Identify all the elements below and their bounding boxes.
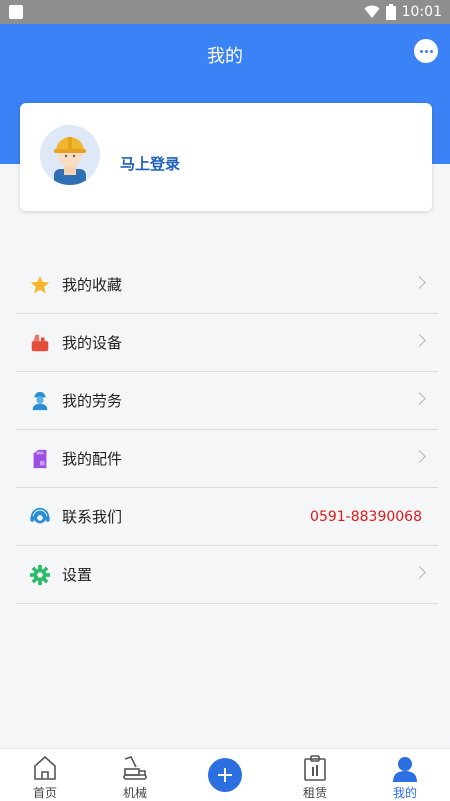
gear-icon [28, 563, 52, 587]
profile-card[interactable]: 马上登录 [20, 103, 432, 211]
star-icon [28, 273, 52, 297]
status-right: 10:01 [364, 2, 442, 22]
login-link[interactable]: 马上登录 [120, 153, 180, 174]
worker-icon [28, 389, 52, 413]
tab-machinery-label: 机械 [122, 786, 147, 800]
equipment-icon [28, 331, 52, 355]
tab-home-label: 首页 [32, 786, 57, 800]
tab-rental-label: 租赁 [302, 786, 327, 800]
chevron-right-icon [413, 392, 426, 405]
status-time: 10:01 [401, 4, 442, 20]
chevron-right-icon [413, 276, 426, 289]
menu-item-contact[interactable]: 联系我们 0591-88390068 [16, 488, 438, 546]
menu-label-equipment: 我的设备 [62, 334, 123, 352]
tab-rental[interactable]: 租赁 [270, 749, 360, 801]
add-button[interactable] [208, 758, 242, 792]
menu-item-parts[interactable]: 我的配件 [16, 430, 438, 488]
clipboard-icon [303, 755, 327, 785]
worker-avatar-icon [54, 137, 86, 185]
parts-icon [28, 447, 52, 471]
bottom-tab-bar: 首页 机械 租赁 我的 [0, 748, 450, 801]
menu-label-contact: 联系我们 [62, 508, 123, 526]
wifi-icon [364, 5, 380, 18]
chevron-right-icon [413, 334, 426, 347]
tab-mine-label: 我的 [392, 786, 417, 800]
chat-button[interactable] [414, 39, 438, 63]
menu-label-favorites: 我的收藏 [62, 276, 123, 294]
tab-home[interactable]: 首页 [0, 749, 90, 801]
status-bar: 10:01 [0, 0, 450, 24]
menu-item-settings[interactable]: 设置 [16, 546, 438, 604]
headset-icon [28, 505, 52, 529]
tab-mine[interactable]: 我的 [360, 749, 450, 801]
home-icon [33, 755, 57, 785]
menu-item-favorites[interactable]: 我的收藏 [16, 256, 438, 314]
chevron-right-icon [413, 566, 426, 579]
tab-machinery[interactable]: 机械 [90, 749, 180, 801]
menu-item-equipment[interactable]: 我的设备 [16, 314, 438, 372]
contact-phone[interactable]: 0591-88390068 [310, 509, 422, 525]
notification-icon [9, 5, 23, 19]
chevron-right-icon [413, 450, 426, 463]
battery-icon [385, 4, 396, 20]
machine-icon [122, 755, 148, 785]
page-title: 我的 [207, 46, 243, 67]
plus-icon [218, 768, 232, 782]
person-icon [392, 755, 418, 787]
menu-list: 我的收藏 我的设备 我的劳务 我的配件 联系我们 0591-88390068 设… [16, 256, 438, 604]
menu-item-labor[interactable]: 我的劳务 [16, 372, 438, 430]
menu-label-parts: 我的配件 [62, 450, 123, 468]
menu-label-labor: 我的劳务 [62, 392, 123, 410]
avatar[interactable] [40, 125, 100, 185]
menu-label-settings: 设置 [62, 566, 93, 584]
tab-add[interactable] [180, 749, 270, 801]
chat-icon [419, 49, 433, 53]
